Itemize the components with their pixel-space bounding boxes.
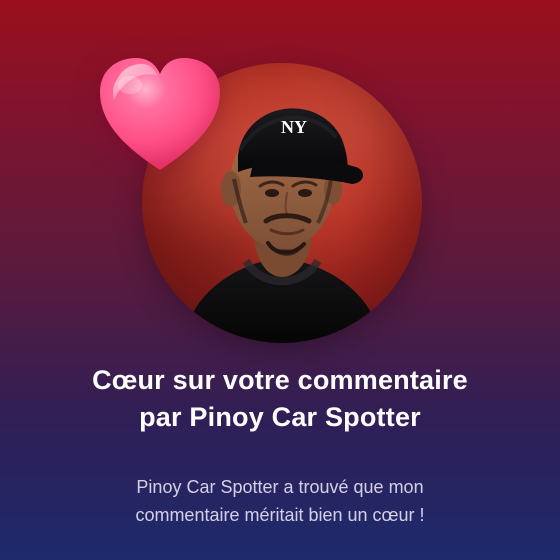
notification-subtitle: Pinoy Car Spotter a trouvé que mon comme…: [0, 473, 560, 529]
notification-title-line1: Cœur sur votre commentaire: [92, 365, 468, 395]
notification-subtitle-line2: commentaire méritait bien un cœur !: [135, 505, 425, 525]
svg-text:NY: NY: [281, 117, 307, 137]
notification-title-line2: par Pinoy Car Spotter: [139, 402, 421, 432]
cap-logo-icon: NY: [281, 117, 307, 137]
notification-title: Cœur sur votre commentaire par Pinoy Car…: [0, 362, 560, 436]
notification-subtitle-line1: Pinoy Car Spotter a trouvé que mon: [136, 477, 424, 497]
heart-icon: [94, 54, 226, 176]
heart-notification-card: NY Cœur sur votre commentaire par Pinoy …: [0, 0, 560, 560]
